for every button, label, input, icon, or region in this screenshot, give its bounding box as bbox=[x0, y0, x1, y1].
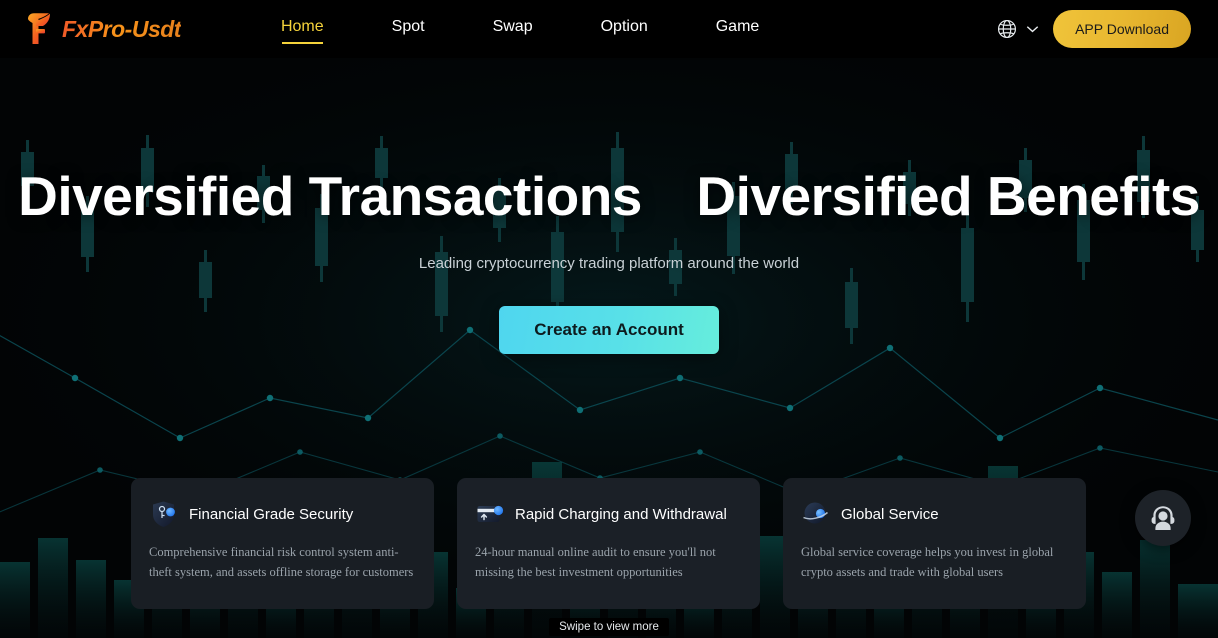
customer-support-button[interactable] bbox=[1135, 490, 1191, 546]
card-deposit-arrow-icon bbox=[477, 505, 504, 522]
language-selector[interactable] bbox=[996, 18, 1039, 40]
card-description: Global service coverage helps you invest… bbox=[801, 545, 1054, 580]
nav-label: Swap bbox=[492, 18, 533, 35]
card-header: Financial Grade Security bbox=[149, 499, 416, 529]
feature-card-global-service[interactable]: Global Service Global service coverage h… bbox=[783, 478, 1086, 609]
header-actions: APP Download bbox=[996, 10, 1191, 48]
card-description: 24-hour manual online audit to ensure yo… bbox=[475, 545, 716, 580]
nav-label: Home bbox=[280, 18, 324, 35]
nav-item-home[interactable]: Home bbox=[281, 12, 324, 46]
nav-label: Game bbox=[715, 18, 760, 35]
app-download-button[interactable]: APP Download bbox=[1053, 10, 1191, 48]
globe-icon bbox=[998, 19, 1017, 39]
hero-subtitle: Leading cryptocurrency trading platform … bbox=[418, 254, 800, 272]
brand-logo[interactable]: FxPro-Usdt bbox=[24, 12, 181, 46]
nav-label: Option bbox=[600, 18, 648, 35]
card-description: Comprehensive financial risk control sys… bbox=[149, 545, 414, 580]
card-title: Financial Grade Security bbox=[189, 505, 354, 523]
shield-key-icon bbox=[153, 501, 175, 527]
customer-support-headset-icon bbox=[1151, 506, 1175, 530]
card-header: Global Service bbox=[801, 499, 1068, 529]
site-header: FxPro-Usdt Home Spot Swap Option Game AP… bbox=[0, 0, 1218, 58]
fxpro-f-logo-icon bbox=[28, 13, 50, 44]
feature-card-list: Financial Grade Security Comprehensive f… bbox=[131, 478, 1086, 609]
create-account-button[interactable]: Create an Account bbox=[499, 305, 719, 354]
swipe-hint-text: Swipe to view more bbox=[549, 618, 669, 636]
brand-logo-text: FxPro-Usdt bbox=[62, 15, 181, 42]
card-title: Global Service bbox=[841, 505, 939, 523]
nav-item-option[interactable]: Option bbox=[601, 12, 648, 46]
landing-page: FxPro-Usdt Home Spot Swap Option Game AP… bbox=[0, 0, 1218, 638]
nav-item-swap[interactable]: Swap bbox=[493, 12, 533, 46]
feature-card-rapid-charging-and-withdrawal[interactable]: Rapid Charging and Withdrawal 24-hour ma… bbox=[457, 478, 760, 609]
main-nav: Home Spot Swap Option Game bbox=[247, 12, 793, 46]
swipe-hint-bar: Swipe to view more bbox=[0, 616, 1218, 638]
nav-item-game[interactable]: Game bbox=[716, 12, 760, 46]
hero-cta-wrap: Create an Account bbox=[0, 305, 1218, 354]
chevron-down-icon bbox=[1026, 26, 1039, 33]
page-title: Diversified Transactions Diversified Ben… bbox=[18, 165, 1200, 227]
feature-card-financial-grade-security[interactable]: Financial Grade Security Comprehensive f… bbox=[131, 478, 434, 609]
card-title: Rapid Charging and Withdrawal bbox=[515, 505, 727, 523]
card-header: Rapid Charging and Withdrawal bbox=[475, 499, 742, 529]
planet-globe-icon bbox=[803, 502, 828, 524]
nav-label: Spot bbox=[391, 18, 425, 35]
nav-item-spot[interactable]: Spot bbox=[392, 12, 425, 46]
